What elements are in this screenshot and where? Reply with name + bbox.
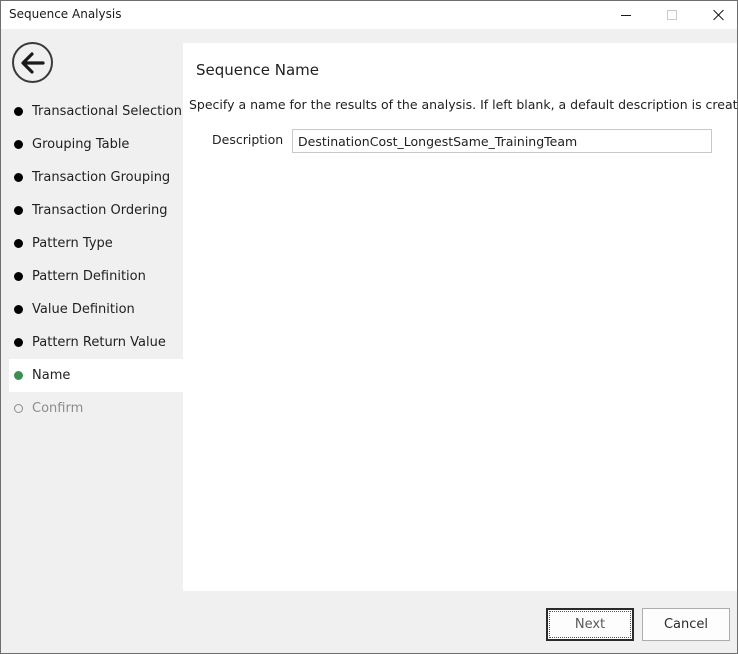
step-complete-dot-icon [14,272,23,281]
nav-item-name[interactable]: Name [9,359,183,392]
content-panel: Sequence Name Specify a name for the res… [183,43,738,591]
step-complete-dot-icon [14,239,23,248]
step-complete-dot-icon [14,338,23,347]
nav-item-label: Pattern Return Value [32,335,166,350]
cancel-button[interactable]: Cancel [642,608,730,641]
sequence-analysis-window: Sequence Analysis Transactional Selectio… [0,0,738,654]
nav-item-transaction-grouping[interactable]: Transaction Grouping [9,161,183,194]
maximize-button[interactable] [649,1,695,29]
instruction-text: Specify a name for the results of the an… [189,97,738,112]
description-label: Description [212,132,284,147]
nav-item-pattern-type[interactable]: Pattern Type [9,227,183,260]
nav-item-confirm: Confirm [9,392,183,425]
nav-item-label: Grouping Table [32,137,130,152]
nav-item-label: Name [32,368,71,383]
nav-item-label: Pattern Definition [32,269,146,284]
nav-item-value-definition[interactable]: Value Definition [9,293,183,326]
step-complete-dot-icon [14,206,23,215]
close-button[interactable] [695,1,738,29]
nav-item-label: Transaction Grouping [32,170,171,185]
step-complete-dot-icon [14,173,23,182]
close-icon [712,9,724,21]
window-title: Sequence Analysis [9,7,122,21]
maximize-icon [667,10,677,20]
step-complete-dot-icon [14,305,23,314]
back-button[interactable] [12,42,53,83]
nav-item-label: Pattern Type [32,236,113,251]
minimize-icon [621,14,631,16]
nav-item-transactional-selection[interactable]: Transactional Selection [9,95,183,128]
nav-item-label: Transactional Selection [32,104,182,119]
step-complete-dot-icon [14,140,23,149]
next-button[interactable]: Next [546,608,634,641]
step-complete-dot-icon [14,107,23,116]
nav-item-grouping-table[interactable]: Grouping Table [9,128,183,161]
nav-item-label: Value Definition [32,302,135,317]
step-pending-circle-icon [14,404,23,413]
wizard-steps-nav: Transactional Selection Grouping Table T… [9,95,183,425]
nav-item-label: Confirm [32,401,84,416]
nav-item-pattern-definition[interactable]: Pattern Definition [9,260,183,293]
step-active-dot-icon [14,371,23,380]
arrow-left-icon [20,51,45,74]
title-bar: Sequence Analysis [1,1,737,29]
page-title: Sequence Name [196,61,320,79]
description-input[interactable] [292,129,712,153]
nav-item-label: Transaction Ordering [32,203,168,218]
nav-item-pattern-return-value[interactable]: Pattern Return Value [9,326,183,359]
minimize-button[interactable] [603,1,649,29]
nav-item-transaction-ordering[interactable]: Transaction Ordering [9,194,183,227]
